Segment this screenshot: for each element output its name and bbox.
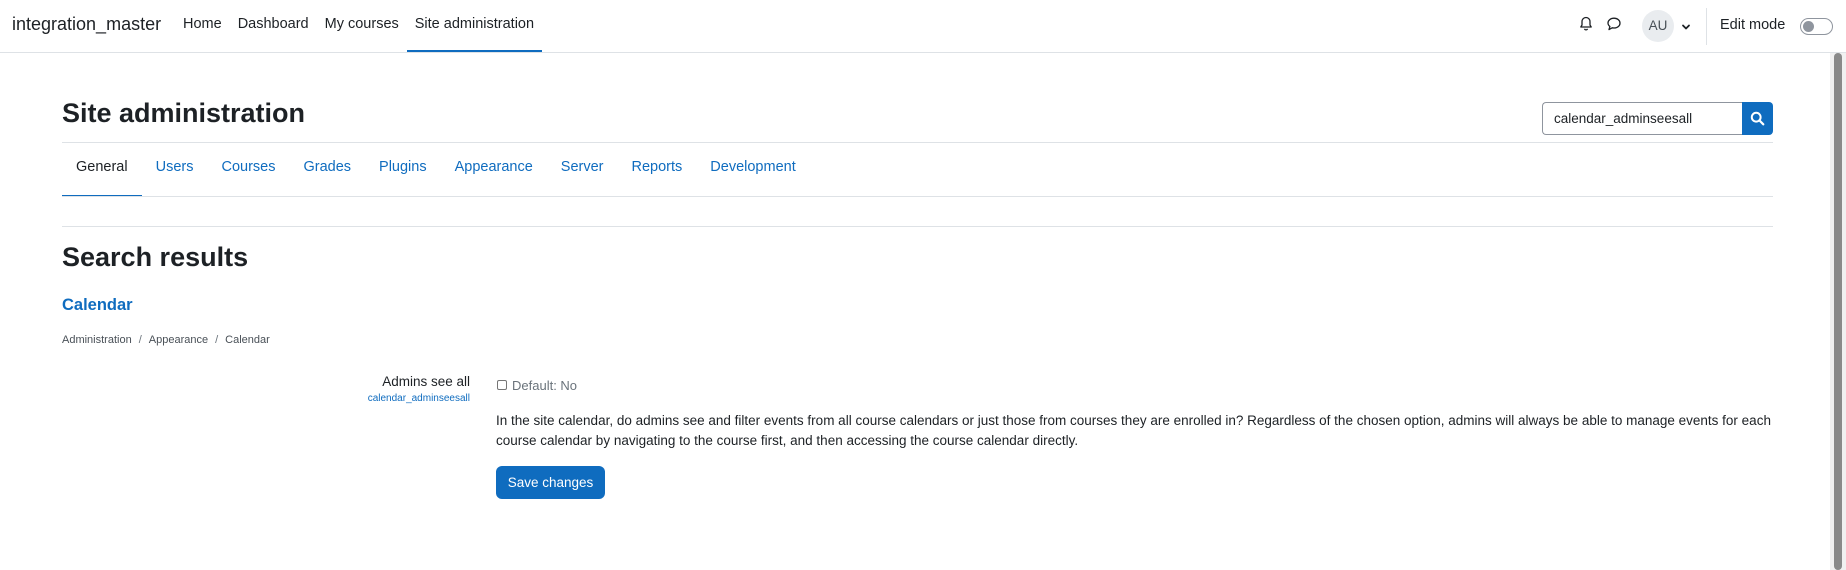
- chat-icon[interactable]: [1606, 16, 1626, 36]
- chevron-down-icon[interactable]: [1680, 20, 1692, 32]
- breadcrumb-separator: /: [215, 334, 219, 346]
- nav-item-my-courses[interactable]: My courses: [317, 0, 407, 52]
- nav-item-dashboard[interactable]: Dashboard: [230, 0, 317, 52]
- tab-reports[interactable]: Reports: [618, 143, 697, 197]
- admin-search-input[interactable]: [1542, 102, 1743, 135]
- tabs-divider: [62, 196, 1773, 197]
- tab-users[interactable]: Users: [142, 143, 208, 197]
- setting-default: Default: No: [512, 378, 578, 393]
- scrollbar-thumb[interactable]: [1834, 53, 1842, 570]
- breadcrumb-item-calendar[interactable]: Calendar: [225, 334, 270, 346]
- setting-description: In the site calendar, do admins see and …: [496, 413, 1771, 448]
- top-navbar: integration_master Home Dashboard My cou…: [0, 0, 1846, 53]
- nav-item-site-administration[interactable]: Site administration: [406, 0, 543, 52]
- user-avatar[interactable]: AU: [1642, 10, 1674, 42]
- nav-item-home[interactable]: Home: [175, 0, 230, 52]
- tab-server[interactable]: Server: [547, 143, 618, 197]
- search-button[interactable]: [1742, 102, 1773, 135]
- setting-label: Admins see all: [382, 374, 470, 389]
- tab-courses[interactable]: Courses: [207, 143, 289, 197]
- page-scrollbar[interactable]: [1830, 53, 1846, 570]
- edit-mode-label: Edit mode: [1720, 17, 1786, 33]
- search-results-title: Search results: [62, 242, 249, 272]
- tab-plugins[interactable]: Plugins: [365, 143, 441, 197]
- breadcrumb-item-appearance[interactable]: Appearance: [149, 334, 208, 346]
- edit-mode-toggle[interactable]: [1800, 18, 1833, 35]
- breadcrumb: Administration / Appearance / Calendar: [62, 334, 270, 346]
- tab-general[interactable]: General: [62, 143, 142, 197]
- user-navigation: AU Edit mode: [1566, 0, 1846, 52]
- admin-search: [1542, 102, 1773, 135]
- admin-tabs: General Users Courses Grades Plugins App…: [62, 143, 810, 197]
- primary-navigation: Home Dashboard My courses Site administr…: [175, 0, 543, 52]
- bell-icon[interactable]: [1578, 16, 1598, 36]
- tab-development[interactable]: Development: [696, 143, 809, 197]
- save-changes-button[interactable]: Save changes: [496, 466, 605, 499]
- tab-grades[interactable]: Grades: [289, 143, 365, 197]
- navbar-divider: [1706, 8, 1707, 45]
- admins-see-all-checkbox[interactable]: [497, 380, 507, 390]
- breadcrumb-item-administration[interactable]: Administration: [62, 334, 132, 346]
- content-divider: [62, 226, 1773, 227]
- calendar-section-link[interactable]: Calendar: [62, 296, 133, 315]
- breadcrumb-separator: /: [138, 334, 142, 346]
- search-icon: [1750, 111, 1765, 126]
- tab-appearance[interactable]: Appearance: [441, 143, 547, 197]
- setting-key: calendar_adminseesall: [367, 393, 470, 404]
- site-brand[interactable]: integration_master: [12, 14, 161, 35]
- page-title: Site administration: [62, 98, 306, 128]
